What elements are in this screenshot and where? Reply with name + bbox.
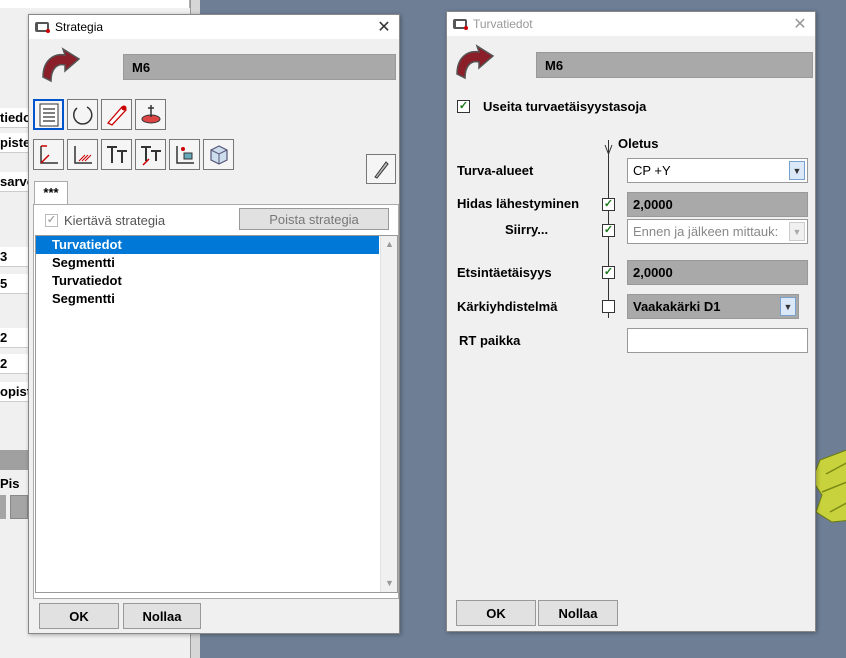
slow-approach-checkbox[interactable]: ✓ — [602, 198, 615, 211]
tt-arrow-button[interactable] — [135, 139, 166, 170]
window-icon — [453, 19, 468, 30]
close-icon[interactable]: ✕ — [785, 14, 815, 34]
tab-strategy[interactable]: *** — [34, 181, 68, 205]
strategy-name-field[interactable]: M6 — [123, 54, 396, 80]
hatch-axis-icon — [73, 145, 92, 164]
list-item[interactable]: Turvatiedot — [36, 236, 379, 254]
search-distance-label: Etsintäetäisyys — [457, 265, 552, 280]
logo-icon — [456, 44, 495, 80]
probe-button[interactable] — [101, 99, 132, 130]
safety-zones-value: CP +Y — [633, 163, 671, 178]
rotating-strategy-checkbox[interactable]: ✓ — [45, 214, 58, 227]
background-row: piste — [0, 133, 28, 153]
strategia-dialog: Strategia ✕ M6 *** ✓ Kiertävä strategia … — [28, 14, 400, 634]
turvatiedot-dialog: Turvatiedot ✕ M6 ✓ Useita turvaetäisyyst… — [446, 11, 816, 632]
pen-icon — [374, 161, 389, 179]
reset-button[interactable]: Nollaa — [538, 600, 618, 626]
point-icon — [175, 145, 194, 164]
edit-button[interactable] — [366, 154, 396, 184]
move-select[interactable]: Ennen ja jälkeen mittauk: ▼ — [627, 219, 808, 244]
plane-icon — [141, 104, 160, 123]
scroll-up-icon[interactable]: ▲ — [381, 236, 398, 253]
move-value: Ennen ja jälkeen mittauk: — [633, 224, 779, 239]
strategy-list[interactable]: Turvatiedot Segmentti Turvatiedot Segmentti… — [35, 235, 398, 593]
axis-icon — [39, 144, 58, 164]
strategy-list-items: Turvatiedot Segmentti Turvatiedot Segmentti — [36, 236, 397, 308]
background-row: tiedot — [0, 108, 28, 128]
slow-approach-field[interactable]: 2,0000 — [627, 192, 808, 217]
rt-location-label: RT paikka — [459, 333, 521, 348]
list-icon — [39, 103, 58, 126]
circle-icon — [72, 105, 92, 125]
chevron-down-icon[interactable]: ▼ — [789, 222, 805, 241]
tt-arrow-icon — [140, 145, 161, 166]
vertical-scrollbar[interactable]: ▲ ▼ — [380, 236, 397, 592]
background-row: sarvo — [0, 172, 28, 192]
search-distance-field[interactable]: 2,0000 — [627, 260, 808, 285]
background-row: 2 — [0, 354, 28, 374]
safety-zones-label: Turva-alueet — [457, 163, 534, 178]
chevron-down-icon[interactable]: ▼ — [789, 161, 805, 180]
strategia-titlebar: Strategia ✕ — [29, 15, 399, 39]
ok-button[interactable]: OK — [39, 603, 119, 629]
tt-button[interactable] — [101, 139, 132, 170]
list-item[interactable]: Segmentti — [36, 290, 397, 308]
background-row: 3 — [0, 247, 28, 267]
turvatiedot-titlebar: Turvatiedot ✕ — [447, 12, 815, 36]
down-arrow-icon — [604, 144, 613, 156]
probe-combo-checkbox[interactable] — [602, 300, 615, 313]
default-column-label: Oletus — [618, 136, 659, 151]
search-distance-checkbox[interactable]: ✓ — [602, 266, 615, 279]
plane-button[interactable] — [135, 99, 166, 130]
logo-icon — [42, 47, 81, 83]
rotating-strategy-label: Kiertävä strategia — [64, 213, 166, 228]
probe-icon — [106, 105, 127, 126]
probe-combo-label: Kärkiyhdistelmä — [457, 299, 558, 314]
strategy-tab-panel: ✓ Kiertävä strategia Poista strategia Tu… — [33, 204, 399, 599]
safety-name-field[interactable]: M6 — [536, 52, 813, 78]
list-button[interactable] — [33, 99, 64, 130]
strategia-title: Strategia — [55, 20, 104, 34]
background-row: 2 — [0, 328, 28, 348]
safety-zones-select[interactable]: CP +Y ▼ — [627, 158, 808, 183]
slow-approach-label: Hidas lähestyminen — [457, 196, 580, 211]
move-label: Siirry... — [505, 222, 549, 237]
probe-combo-select[interactable]: Vaakakärki D1 ▼ — [627, 294, 799, 319]
window-icon — [35, 22, 50, 33]
hatch-axis-button[interactable] — [67, 139, 98, 170]
background-button — [0, 495, 6, 519]
multi-levels-label: Useita turvaetäisyystasoja — [483, 99, 647, 114]
background-row: opist — [0, 382, 28, 402]
rt-location-field[interactable] — [627, 328, 808, 353]
turvatiedot-title: Turvatiedot — [473, 17, 533, 31]
circle-button[interactable] — [67, 99, 98, 130]
multi-levels-checkbox[interactable]: ✓ — [457, 100, 470, 113]
reset-button[interactable]: Nollaa — [123, 603, 201, 629]
probe-combo-value: Vaakakärki D1 — [633, 299, 721, 314]
delete-strategy-button[interactable]: Poista strategia — [239, 208, 389, 230]
background-row: Pis — [0, 474, 28, 494]
list-item[interactable]: Turvatiedot — [36, 272, 397, 290]
tt-icon — [106, 145, 127, 163]
scroll-down-icon[interactable]: ▼ — [381, 575, 398, 592]
axis-button[interactable] — [33, 139, 64, 170]
move-checkbox[interactable]: ✓ — [602, 224, 615, 237]
background-row: 5 — [0, 274, 28, 294]
close-icon[interactable]: ✕ — [369, 17, 399, 37]
background-button — [10, 495, 28, 519]
background-top-strip — [0, 0, 190, 8]
leaf-decoration — [812, 449, 846, 523]
ok-button[interactable]: OK — [456, 600, 536, 626]
chevron-down-icon[interactable]: ▼ — [780, 297, 796, 316]
background-bar — [0, 450, 28, 470]
cube-button[interactable] — [203, 139, 234, 170]
cube-icon — [209, 144, 228, 165]
point-button[interactable] — [169, 139, 200, 170]
list-item[interactable]: Segmentti — [36, 254, 397, 272]
